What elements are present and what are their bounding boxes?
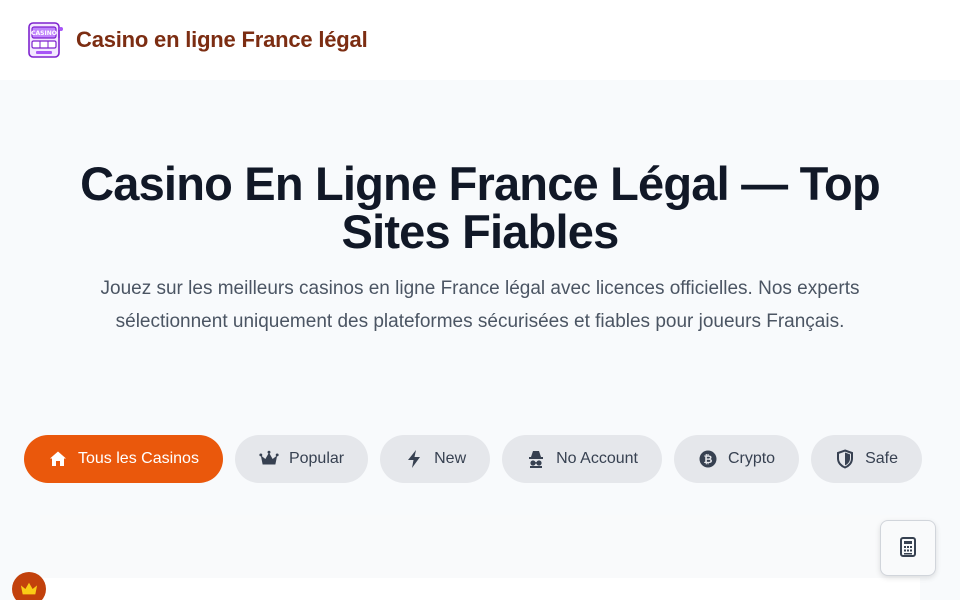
svg-text:CASINO: CASINO — [31, 30, 57, 37]
filter-popular[interactable]: Popular — [234, 435, 369, 483]
calculator-icon — [900, 536, 916, 560]
filter-new[interactable]: New — [380, 435, 491, 483]
shield-icon — [835, 449, 855, 469]
crown-icon — [259, 449, 279, 469]
home-icon — [48, 449, 68, 469]
filter-label: New — [434, 450, 467, 467]
bolt-icon — [404, 449, 424, 469]
hero-subtitle: Jouez sur les meilleurs casinos en ligne… — [100, 278, 860, 332]
filter-no-account[interactable]: No Account — [502, 435, 662, 483]
incognito-icon — [526, 449, 546, 469]
casino-card — [40, 578, 920, 600]
filter-crypto[interactable]: ₿ Crypto — [673, 435, 800, 483]
crown-icon — [12, 572, 46, 600]
casino-filter-tabs: Tous les Casinos Popular New No Account … — [24, 435, 922, 483]
filter-label: Safe — [865, 450, 898, 467]
svg-text:₿: ₿ — [703, 453, 712, 466]
filter-label: No Account — [556, 450, 638, 467]
calculator-button[interactable] — [880, 520, 936, 576]
site-header: CASINO Casino en ligne France légal — [0, 0, 960, 80]
site-brand-title[interactable]: Casino en ligne France légal — [76, 27, 368, 53]
hero-section: Casino En Ligne France Légal — Top Sites… — [0, 80, 960, 600]
page-title: Casino En Ligne France Légal — Top Sites… — [80, 157, 881, 258]
filter-label: Tous les Casinos — [78, 450, 199, 467]
bitcoin-icon: ₿ — [698, 449, 718, 469]
filter-all-casinos[interactable]: Tous les Casinos — [24, 435, 223, 483]
casino-slot-machine-icon[interactable]: CASINO — [24, 20, 64, 60]
filter-safe[interactable]: Safe — [811, 435, 922, 483]
filter-label: Popular — [288, 450, 345, 467]
filter-label: Crypto — [727, 450, 776, 467]
